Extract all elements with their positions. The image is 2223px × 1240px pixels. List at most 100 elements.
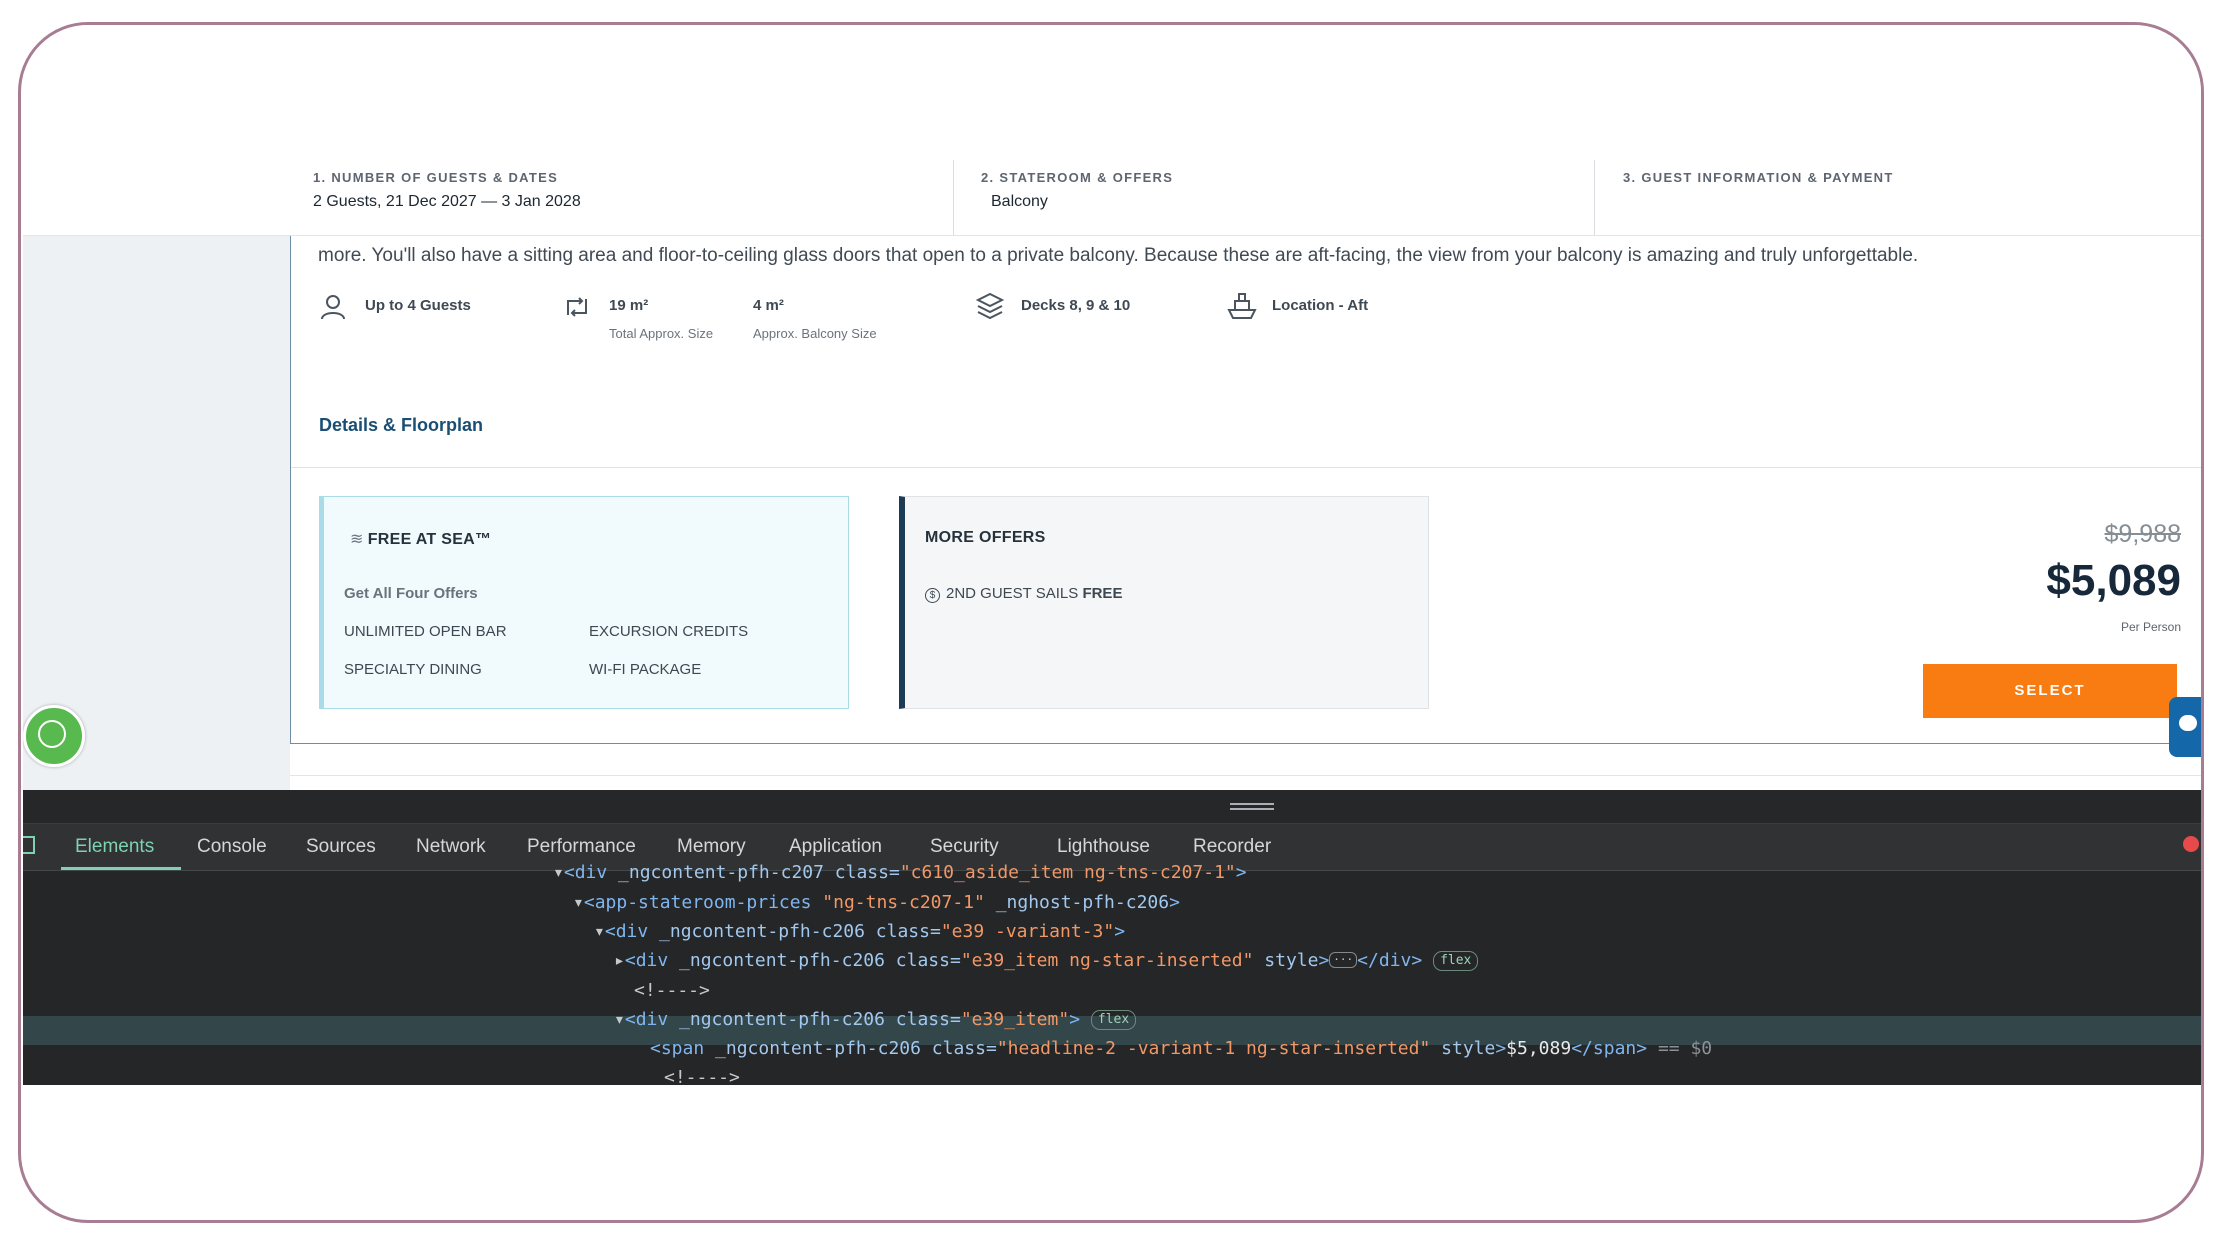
amenity-location: Location - Aft <box>1226 293 1369 319</box>
step-stateroom-offers[interactable]: 2. STATEROOM & OFFERS Balcony <box>981 170 1173 211</box>
node-attr: _ngcontent-pfh-c206 class= <box>679 950 961 971</box>
step-label: 2. STATEROOM & OFFERS <box>981 170 1174 185</box>
dom-node[interactable]: ▾<app-stateroom-prices "ng-tns-c207-1" _… <box>573 892 1180 913</box>
step-value: Balcony <box>991 193 1048 210</box>
tab-application[interactable]: Application <box>789 836 882 858</box>
more-offers-item: $2ND GUEST SAILS FREE <box>925 585 1122 603</box>
more-offers-box[interactable]: MORE OFFERS $2ND GUEST SAILS FREE <box>899 496 1429 709</box>
node-attr: _ngcontent-pfh-c206 class= <box>659 921 941 942</box>
tag-name: div <box>635 1009 669 1030</box>
stateroom-description: more. You'll also have a sitting area an… <box>318 245 1919 266</box>
node-attr: _ngcontent-pfh-c206 class= <box>679 1009 961 1030</box>
free-at-sea-box[interactable]: ≋ FREE AT SEA™ Get All Four Offers UNLIMI… <box>319 496 849 709</box>
grip-icon <box>1230 803 1274 805</box>
person-icon <box>321 295 345 320</box>
more-offers-title: MORE OFFERS <box>925 529 1046 546</box>
error-indicator-icon[interactable] <box>2183 836 2199 852</box>
details-floorplan-link[interactable]: Details & Floorplan <box>319 415 483 436</box>
screenshot-frame: 1. NUMBER OF GUESTS & DATES 2 Guests, 21… <box>18 22 2204 1223</box>
step-guests-dates[interactable]: 1. NUMBER OF GUESTS & DATES 2 Guests, 21… <box>313 170 581 211</box>
resize-arrows-icon <box>567 297 587 317</box>
node-attr: _ngcontent-pfh-c207 class= <box>618 862 900 883</box>
amenity-size-label: Total Approx. Size <box>609 326 714 341</box>
dom-tree: ▾<div _ngcontent-pfh-c207 class="c610_as… <box>23 862 2201 1085</box>
amenity-guests: Up to 4 Guests <box>319 295 471 320</box>
node-attr-value: "headline-2 -variant-1 ng-star-inserted" <box>996 1038 1431 1059</box>
tab-recorder[interactable]: Recorder <box>1193 836 1271 858</box>
dollar-circle-icon: $ <box>925 588 940 603</box>
node-text: $5,089 <box>1506 1038 1572 1059</box>
tag-name: span <box>660 1038 705 1059</box>
card-divider <box>291 467 2201 468</box>
amenity-guests-text: Up to 4 Guests <box>365 297 471 314</box>
device-toolbar-icon[interactable] <box>23 836 35 854</box>
tag-name: div <box>1378 950 1412 971</box>
step-guest-payment[interactable]: 3. GUEST INFORMATION & PAYMENT <box>1623 170 1894 185</box>
ship-icon <box>1227 293 1257 319</box>
node-attr: _ngcontent-pfh-c206 class= <box>715 1038 997 1059</box>
node-attr: style <box>1441 1038 1496 1059</box>
tab-memory[interactable]: Memory <box>677 836 746 858</box>
per-person-label: Per Person <box>2120 620 2181 634</box>
amenity-decks-text: Decks 8, 9 & 10 <box>1021 297 1131 314</box>
more-offers-item-bold: FREE <box>1082 585 1123 602</box>
node-attr-value: "c610_aside_item ng-tns-c207-1" <box>899 862 1236 883</box>
select-button[interactable]: SELECT <box>1923 664 2177 718</box>
tab-console[interactable]: Console <box>197 836 267 858</box>
chat-icon <box>2179 715 2197 731</box>
cookie-icon <box>38 720 66 748</box>
offer-item: UNLIMITED OPEN BAR <box>344 623 507 640</box>
amenity-size: 19 m² Total Approx. Size <box>563 297 713 341</box>
tag-name: div <box>615 921 649 942</box>
cookie-settings-button[interactable] <box>23 705 85 767</box>
tag-name: app-stateroom-prices <box>594 892 812 913</box>
node-attr: _nghost-pfh-c206 <box>995 892 1170 913</box>
amenity-balcony-label: Approx. Balcony Size <box>753 326 877 341</box>
tag-name: div <box>635 950 669 971</box>
tab-security[interactable]: Security <box>930 836 999 858</box>
step-label: 1. NUMBER OF GUESTS & DATES <box>313 170 559 185</box>
flex-badge[interactable]: flex <box>1433 951 1479 971</box>
dom-node[interactable]: ▾<div _ngcontent-pfh-c207 class="c610_as… <box>553 862 1247 883</box>
amenity-size-value: 19 m² <box>609 297 649 314</box>
devtools-panel: Elements Console Sources Network Perform… <box>23 790 2201 1085</box>
step-divider <box>953 160 954 235</box>
offer-item: SPECIALTY DINING <box>344 661 482 678</box>
tag-name: span <box>1592 1038 1637 1059</box>
node-attr-value: "e39 -variant-3" <box>940 921 1115 942</box>
dom-node[interactable]: ▾<div _ngcontent-pfh-c206 class="e39_ite… <box>614 1009 1137 1030</box>
flex-badge[interactable]: flex <box>1090 1010 1137 1030</box>
node-attr: style <box>1264 950 1319 971</box>
amenity-balcony-value: 4 m² <box>753 297 784 314</box>
tab-performance[interactable]: Performance <box>527 836 636 858</box>
dom-comment[interactable]: <!----> <box>664 1067 740 1085</box>
node-attr-value: "e39_item" <box>960 1009 1070 1030</box>
step-value: 2 Guests, 21 Dec 2027 — 3 Jan 2028 <box>313 193 581 210</box>
dom-node[interactable]: ▸<div _ngcontent-pfh-c206 class="e39_ite… <box>614 950 1479 971</box>
amenity-balcony: 4 m² Approx. Balcony Size <box>753 297 877 341</box>
more-offers-item-text: 2ND GUEST SAILS <box>946 585 1083 602</box>
tab-sources[interactable]: Sources <box>306 836 376 858</box>
free-at-sea-title: ≋ FREE AT SEA™ <box>350 529 491 549</box>
layers-icon <box>975 292 1005 320</box>
node-attr-value: "ng-tns-c207-1" <box>822 892 985 913</box>
console-ref: == $0 <box>1657 1038 1713 1059</box>
tab-elements[interactable]: Elements <box>75 836 154 858</box>
amenity-location-text: Location - Aft <box>1272 297 1369 314</box>
tab-network[interactable]: Network <box>416 836 486 858</box>
offer-item: EXCURSION CREDITS <box>589 623 749 640</box>
ellipsis-badge[interactable]: ··· <box>1329 952 1358 968</box>
step-label: 3. GUEST INFORMATION & PAYMENT <box>1623 170 1894 185</box>
booking-steps: 1. NUMBER OF GUESTS & DATES 2 Guests, 21… <box>23 25 2201 236</box>
chat-button[interactable] <box>2169 697 2201 757</box>
dom-node-selected[interactable]: <span _ngcontent-pfh-c206 class="headlin… <box>650 1038 1712 1059</box>
amenity-decks: Decks 8, 9 & 10 <box>975 292 1131 320</box>
original-price: $9,988 <box>2104 520 2181 548</box>
waves-icon: ≋ <box>350 531 364 548</box>
dom-node[interactable]: ▾<div _ngcontent-pfh-c206 class="e39 -va… <box>594 921 1125 942</box>
dom-comment[interactable]: <!----> <box>634 980 710 1001</box>
tab-lighthouse[interactable]: Lighthouse <box>1057 836 1150 858</box>
devtools-resize-handle[interactable] <box>23 790 2201 824</box>
tag-name: div <box>574 862 608 883</box>
free-at-sea-subtitle: Get All Four Offers <box>344 585 478 602</box>
